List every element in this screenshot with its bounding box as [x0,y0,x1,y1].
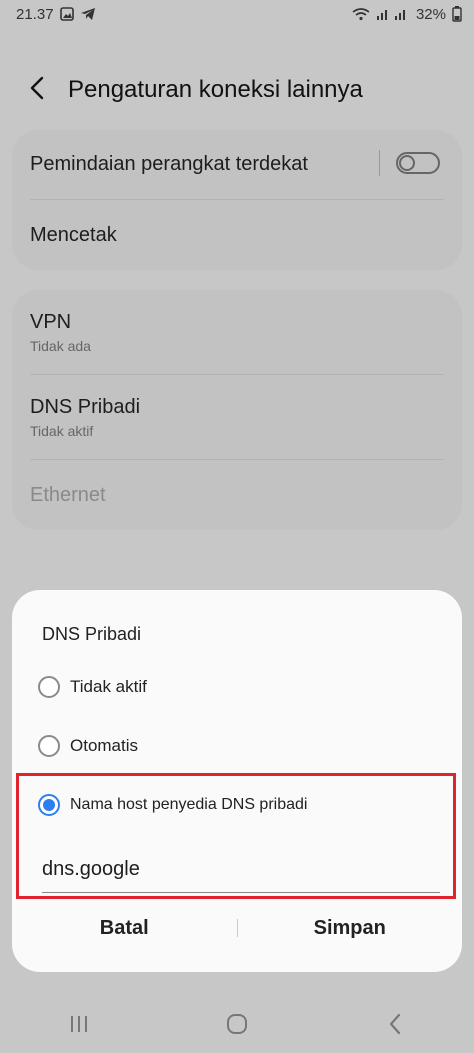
page-title: Pengaturan koneksi lainnya [68,76,363,103]
telegram-icon [80,7,96,21]
back-button[interactable] [8,60,68,120]
battery-icon [452,6,462,22]
back-icon [387,1013,403,1040]
setting-private-dns[interactable]: DNS Pribadi Tidak aktif [12,375,462,459]
setting-title: Mencetak [30,223,117,246]
option-off[interactable]: Tidak aktif [38,676,147,698]
navigation-bar [0,1000,474,1053]
status-bar: 21.37 32% [0,0,474,28]
setting-title: DNS Pribadi [30,395,141,418]
cancel-button[interactable]: Batal [12,916,237,941]
settings-card-2: VPN Tidak ada DNS Pribadi Tidak aktif Et… [12,290,462,530]
wifi-icon [352,7,370,21]
option-label: Otomatis [70,736,139,755]
home-icon [225,1012,249,1041]
highlight-box [16,773,456,899]
toggle-divider [379,150,380,176]
setting-vpn[interactable]: VPN Tidak ada [12,290,462,374]
battery-percent: 32% [415,5,446,23]
setting-subtitle: Tidak aktif [30,422,94,439]
home-button[interactable] [207,1002,267,1052]
recents-icon [68,1014,90,1039]
option-label: Tidak aktif [70,677,147,696]
setting-ethernet: Ethernet [12,460,462,530]
recents-button[interactable] [49,1002,109,1052]
app-header: Pengaturan koneksi lainnya [0,60,474,120]
status-time: 21.37 [16,5,54,23]
setting-subtitle: Tidak ada [30,337,91,354]
dialog-title: DNS Pribadi [42,624,142,644]
dialog-button-row: Batal Simpan [12,902,462,954]
setting-printing[interactable]: Mencetak [12,200,462,270]
option-automatic[interactable]: Otomatis [38,735,138,757]
setting-nearby-scan[interactable]: Pemindaian perangkat terdekat [12,130,462,199]
radio-button[interactable] [38,676,60,698]
toggle-knob [399,155,415,171]
nav-back-button[interactable] [365,1002,425,1052]
signal-icon [376,7,410,21]
chevron-left-icon [28,76,48,105]
setting-title: VPN [30,310,72,333]
settings-card-1: Pemindaian perangkat terdekat Mencetak [12,130,462,270]
nearby-scan-toggle[interactable] [396,152,440,174]
save-button[interactable]: Simpan [238,916,463,941]
radio-button[interactable] [38,735,60,757]
setting-title: Ethernet [30,483,106,506]
gallery-icon [59,7,74,21]
